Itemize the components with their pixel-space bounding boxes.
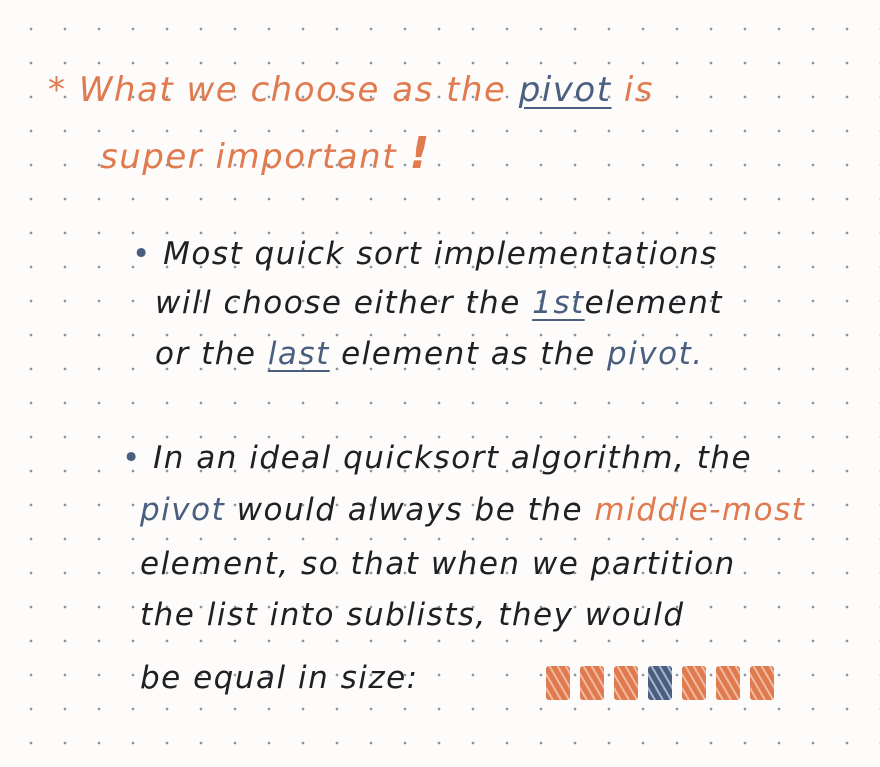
- text: element as the: [341, 336, 596, 372]
- exclamation-mark: !: [409, 128, 431, 179]
- element-box: [546, 666, 570, 700]
- bullet-icon: •: [132, 236, 152, 272]
- element-box: [716, 666, 740, 700]
- first-term: 1st: [532, 285, 585, 321]
- bullet-2-line-5: be equal in size:: [140, 660, 419, 696]
- text: element, so that when we partition: [140, 546, 736, 582]
- heading-line-1: * What we choose as the pivot is: [48, 70, 654, 110]
- heading-text: is: [623, 70, 655, 110]
- bullet-1-line-2: will choose either the 1stelement: [155, 285, 723, 321]
- element-box: [580, 666, 604, 700]
- partition-diagram: [546, 666, 774, 700]
- last-term: last: [267, 336, 330, 372]
- asterisk-icon: *: [48, 70, 67, 110]
- bullet-2-line-1: • In an ideal quicksort algorithm, the: [122, 440, 752, 476]
- text: be equal in size:: [140, 660, 419, 696]
- bullet-2-line-4: the list into sublists, they would: [140, 597, 685, 633]
- pivot-box: [648, 666, 672, 700]
- text: will choose either the: [155, 285, 521, 321]
- text: In an ideal quicksort algorithm, the: [153, 440, 753, 476]
- heading-text: super important: [100, 137, 398, 177]
- text: element: [584, 285, 724, 321]
- text: the list into sublists, they would: [140, 597, 685, 633]
- bullet-icon: •: [122, 440, 142, 476]
- pivot-term: pivot: [518, 70, 612, 110]
- middle-most-term: middle-most: [594, 492, 806, 528]
- element-box: [614, 666, 638, 700]
- bullet-1-line-1: • Most quick sort implementations: [132, 236, 718, 272]
- element-box: [750, 666, 774, 700]
- pivot-term: pivot: [140, 492, 226, 528]
- element-box: [682, 666, 706, 700]
- text: would always be the: [236, 492, 584, 528]
- text: or the: [155, 336, 257, 372]
- bullet-2-line-2: pivot would always be the middle-most: [140, 492, 805, 528]
- heading-text: What we choose as the: [78, 70, 507, 110]
- bullet-1-line-3: or the last element as the pivot.: [155, 336, 704, 372]
- bullet-2-line-3: element, so that when we partition: [140, 546, 736, 582]
- heading-line-2: super important !: [100, 128, 431, 179]
- text: Most quick sort implementations: [163, 236, 718, 272]
- pivot-term: pivot.: [607, 336, 704, 372]
